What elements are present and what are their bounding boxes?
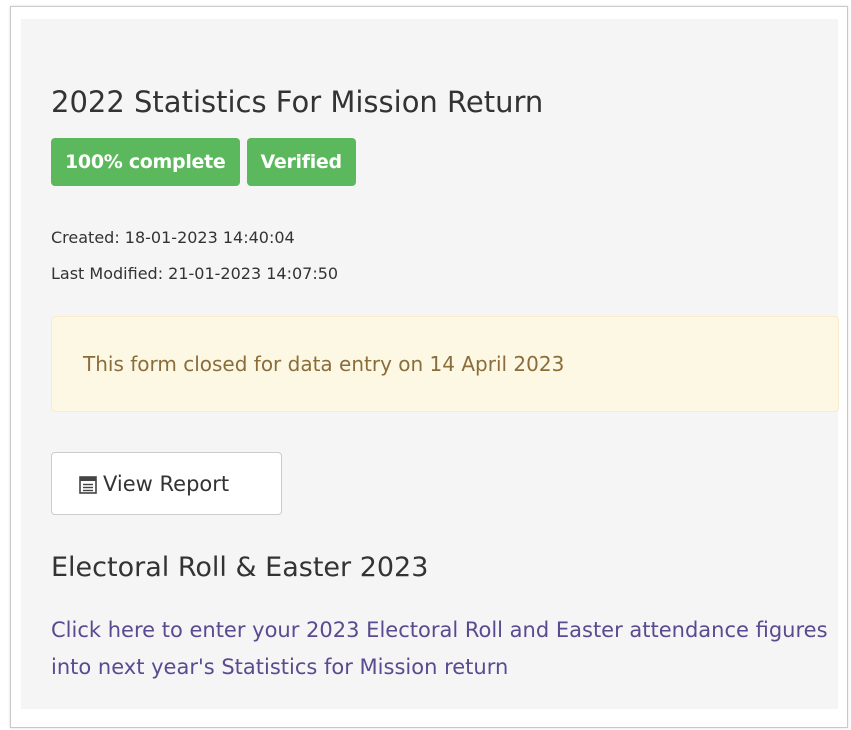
view-report-button[interactable]: View Report [51, 452, 282, 515]
created-timestamp: Created: 18-01-2023 14:40:04 [51, 228, 295, 247]
report-icon [79, 475, 97, 494]
form-closed-alert: This form closed for data entry on 14 Ap… [51, 316, 839, 412]
next-return-link[interactable]: Click here to enter your 2023 Electoral … [51, 612, 831, 686]
next-return-heading: Electoral Roll & Easter 2023 [51, 552, 429, 583]
completion-badge: 100% complete [51, 138, 240, 186]
status-badges: 100% complete Verified [51, 138, 356, 186]
form-title: 2022 Statistics For Mission Return [51, 85, 544, 119]
form-closed-alert-text: This form closed for data entry on 14 Ap… [83, 352, 565, 376]
last-modified-timestamp: Last Modified: 21-01-2023 14:07:50 [51, 264, 339, 283]
verified-badge: Verified [246, 138, 356, 186]
view-report-label: View Report [103, 471, 230, 496]
